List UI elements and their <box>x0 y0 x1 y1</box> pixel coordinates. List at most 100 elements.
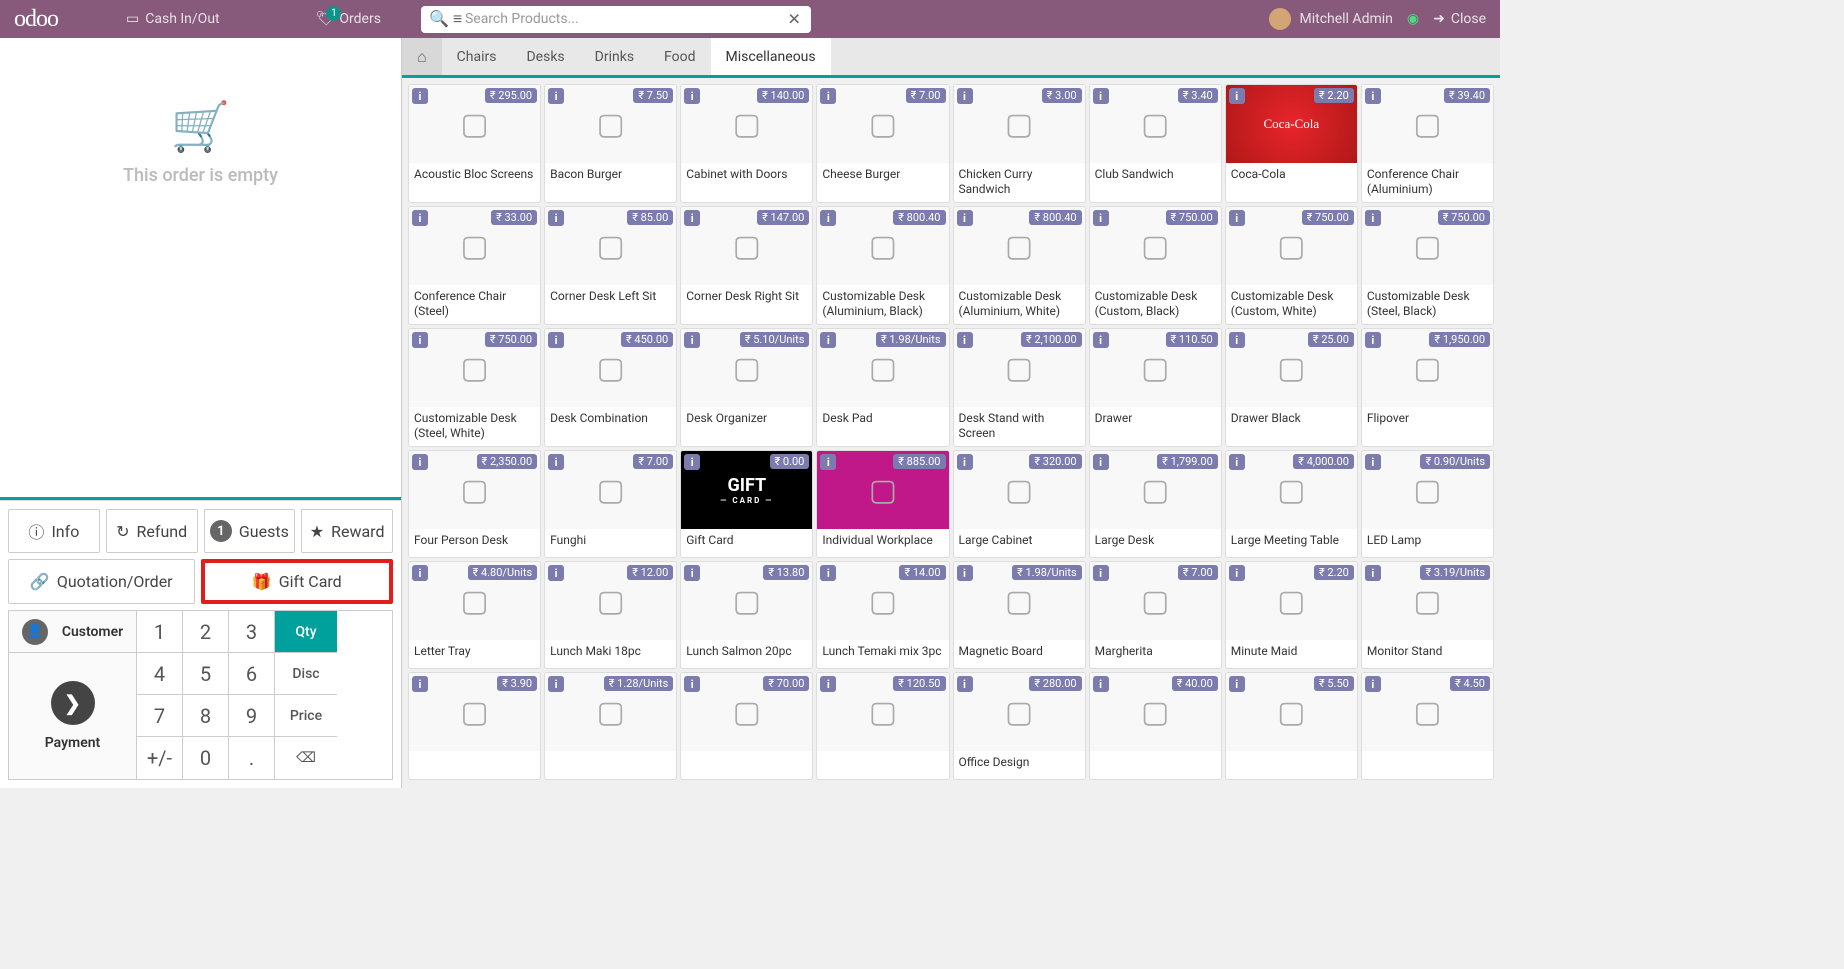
backspace-key[interactable]: ⌫ <box>275 737 337 779</box>
product-card[interactable]: ▢i₹ 33.00Conference Chair (Steel) <box>408 206 541 325</box>
product-card[interactable]: ▢i₹ 4.80/UnitsLetter Tray <box>408 561 541 669</box>
product-card[interactable]: ▢i₹ 1,950.00Flipover <box>1361 328 1494 447</box>
product-card[interactable]: ▢i₹ 0.90/UnitsLED Lamp <box>1361 450 1494 558</box>
product-info-icon[interactable]: i <box>957 565 973 581</box>
numpad-key[interactable]: 9 <box>229 695 275 737</box>
info-button[interactable]: ⓘInfo <box>8 509 100 553</box>
product-card[interactable]: ▢i₹ 3.19/UnitsMonitor Stand <box>1361 561 1494 669</box>
product-info-icon[interactable]: i <box>1365 676 1381 692</box>
category-tab[interactable]: Drinks <box>580 38 649 75</box>
product-card[interactable]: ▢i₹ 147.00Corner Desk Right Sit <box>680 206 813 325</box>
product-info-icon[interactable]: i <box>412 210 428 226</box>
product-info-icon[interactable]: i <box>1093 210 1109 226</box>
product-card[interactable]: ▢i₹ 4.50 <box>1361 672 1494 780</box>
payment-button[interactable]: ❯ Payment <box>9 653 137 779</box>
product-info-icon[interactable]: i <box>1229 210 1245 226</box>
product-info-icon[interactable]: i <box>548 676 564 692</box>
product-card[interactable]: ▢i₹ 750.00Customizable Desk (Custom, Whi… <box>1225 206 1358 325</box>
product-info-icon[interactable]: i <box>412 454 428 470</box>
product-card[interactable]: ▢i₹ 85.00Corner Desk Left Sit <box>544 206 677 325</box>
product-info-icon[interactable]: i <box>684 332 700 348</box>
home-category[interactable]: ⌂ <box>402 38 442 75</box>
product-card[interactable]: ▢i₹ 13.80Lunch Salmon 20pc <box>680 561 813 669</box>
product-info-icon[interactable]: i <box>684 210 700 226</box>
product-info-icon[interactable]: i <box>684 565 700 581</box>
numpad-key[interactable]: 7 <box>137 695 183 737</box>
product-card[interactable]: ▢i₹ 12.00Lunch Maki 18pc <box>544 561 677 669</box>
product-info-icon[interactable]: i <box>1229 565 1245 581</box>
product-info-icon[interactable]: i <box>548 210 564 226</box>
product-info-icon[interactable]: i <box>1229 676 1245 692</box>
product-card[interactable]: ▢i₹ 2.20Minute Maid <box>1225 561 1358 669</box>
product-info-icon[interactable]: i <box>1093 88 1109 104</box>
product-card[interactable]: ▢i₹ 5.50 <box>1225 672 1358 780</box>
product-info-icon[interactable]: i <box>957 676 973 692</box>
category-tab[interactable]: Desks <box>511 38 579 75</box>
product-card[interactable]: ▢i₹ 5.10/UnitsDesk Organizer <box>680 328 813 447</box>
product-info-icon[interactable]: i <box>1365 332 1381 348</box>
product-info-icon[interactable]: i <box>1093 565 1109 581</box>
product-info-icon[interactable]: i <box>1229 454 1245 470</box>
product-card[interactable]: ▢i₹ 885.00Individual Workplace <box>816 450 949 558</box>
product-info-icon[interactable]: i <box>1229 332 1245 348</box>
product-info-icon[interactable]: i <box>1365 210 1381 226</box>
product-info-icon[interactable]: i <box>548 454 564 470</box>
category-tab[interactable]: Food <box>649 38 710 75</box>
product-card[interactable]: ▢i₹ 110.50Drawer <box>1089 328 1222 447</box>
orders-button[interactable]: 🏷 1 Orders <box>298 11 399 27</box>
numpad-key[interactable]: +/- <box>137 737 183 779</box>
cash-in-out-button[interactable]: ▭ Cash In/Out <box>108 11 238 27</box>
product-card[interactable]: ▢i₹ 39.40Conference Chair (Aluminium) <box>1361 84 1494 203</box>
product-info-icon[interactable]: i <box>684 88 700 104</box>
product-info-icon[interactable]: i <box>684 676 700 692</box>
gift-card-button[interactable]: 🎁Gift Card <box>201 559 394 604</box>
search-clear-icon[interactable]: ✕ <box>788 10 801 29</box>
product-info-icon[interactable]: i <box>1365 88 1381 104</box>
customer-button[interactable]: 👤 Customer <box>9 611 137 653</box>
product-info-icon[interactable]: i <box>548 332 564 348</box>
mode-key[interactable]: Qty <box>275 611 337 653</box>
product-card[interactable]: ▢i₹ 14.00Lunch Temaki mix 3pc <box>816 561 949 669</box>
guests-button[interactable]: 1Guests <box>204 509 296 553</box>
product-info-icon[interactable]: i <box>1229 88 1245 104</box>
product-info-icon[interactable]: i <box>412 676 428 692</box>
numpad-key[interactable]: 8 <box>183 695 229 737</box>
product-info-icon[interactable]: i <box>820 88 836 104</box>
product-info-icon[interactable]: i <box>957 88 973 104</box>
product-card[interactable]: ▢i₹ 1.98/UnitsDesk Pad <box>816 328 949 447</box>
numpad-key[interactable]: 4 <box>137 653 183 695</box>
product-card[interactable]: ▢i₹ 3.40Club Sandwich <box>1089 84 1222 203</box>
product-info-icon[interactable]: i <box>412 565 428 581</box>
product-info-icon[interactable]: i <box>412 332 428 348</box>
product-info-icon[interactable]: i <box>1365 565 1381 581</box>
product-card[interactable]: ▢i₹ 2,100.00Desk Stand with Screen <box>953 328 1086 447</box>
close-button[interactable]: ➜ Close <box>1433 11 1486 27</box>
numpad-key[interactable]: 3 <box>229 611 275 653</box>
product-card[interactable]: ▢i₹ 7.00Funghi <box>544 450 677 558</box>
product-card[interactable]: ▢i₹ 4,000.00Large Meeting Table <box>1225 450 1358 558</box>
product-info-icon[interactable]: i <box>820 565 836 581</box>
product-card[interactable]: ▢i₹ 3.00Chicken Curry Sandwich <box>953 84 1086 203</box>
product-info-icon[interactable]: i <box>1093 454 1109 470</box>
product-info-icon[interactable]: i <box>684 454 700 470</box>
product-info-icon[interactable]: i <box>820 454 836 470</box>
product-info-icon[interactable]: i <box>820 332 836 348</box>
product-card[interactable]: ▢i₹ 1,799.00Large Desk <box>1089 450 1222 558</box>
product-info-icon[interactable]: i <box>412 88 428 104</box>
product-card[interactable]: ▢i₹ 320.00Large Cabinet <box>953 450 1086 558</box>
product-card[interactable]: ▢i₹ 25.00Drawer Black <box>1225 328 1358 447</box>
quotation-button[interactable]: 🔗Quotation/Order <box>8 559 195 604</box>
category-tab[interactable]: Chairs <box>442 38 512 75</box>
product-card[interactable]: GIFT— CARD —i₹ 0.00Gift Card <box>680 450 813 558</box>
product-card[interactable]: ▢i₹ 800.40Customizable Desk (Aluminium, … <box>816 206 949 325</box>
product-card[interactable]: ▢i₹ 295.00Acoustic Bloc Screens <box>408 84 541 203</box>
product-info-icon[interactable]: i <box>548 88 564 104</box>
refund-button[interactable]: ↻Refund <box>106 509 198 553</box>
numpad-key[interactable]: 1 <box>137 611 183 653</box>
numpad-key[interactable]: 0 <box>183 737 229 779</box>
product-info-icon[interactable]: i <box>957 454 973 470</box>
numpad-key[interactable]: 2 <box>183 611 229 653</box>
numpad-key[interactable]: 5 <box>183 653 229 695</box>
product-info-icon[interactable]: i <box>1093 332 1109 348</box>
product-card[interactable]: ▢i₹ 40.00 <box>1089 672 1222 780</box>
